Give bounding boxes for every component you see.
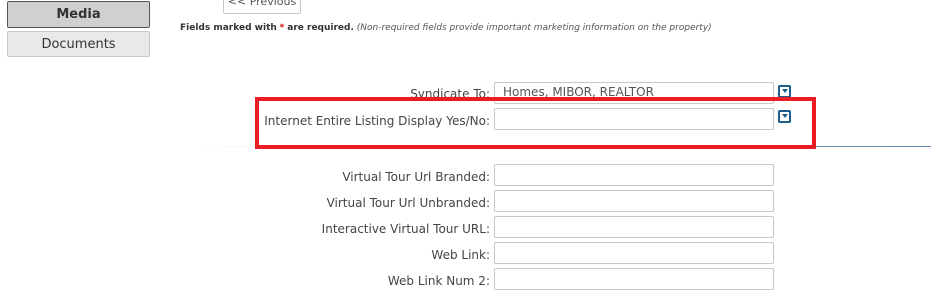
internet-display-dropdown-icon[interactable] bbox=[778, 110, 791, 123]
virtual-tour-branded-input[interactable] bbox=[494, 164, 774, 186]
syndicate-dropdown-icon[interactable] bbox=[778, 85, 791, 98]
section-divider bbox=[195, 146, 931, 147]
tab-media-label: Media bbox=[56, 7, 101, 22]
syndicate-to-label: Syndicate To: bbox=[410, 87, 490, 101]
syndicate-to-select[interactable]: Homes, MIBOR, REALTOR bbox=[494, 82, 774, 104]
internet-display-label: Internet Entire Listing Display Yes/No: bbox=[264, 114, 490, 128]
notice-note: (Non-required fields provide important m… bbox=[356, 23, 712, 33]
tab-documents[interactable]: Documents bbox=[7, 31, 150, 57]
internet-display-select[interactable] bbox=[494, 108, 774, 130]
interactive-virtual-tour-label: Interactive Virtual Tour URL: bbox=[321, 222, 490, 236]
previous-button[interactable]: << Previous bbox=[223, 0, 301, 14]
virtual-tour-unbranded-label: Virtual Tour Url Unbranded: bbox=[326, 196, 490, 210]
web-link-num2-input[interactable] bbox=[494, 268, 774, 290]
interactive-virtual-tour-input[interactable] bbox=[494, 216, 774, 238]
required-fields-notice: Fields marked with * are required. (Non-… bbox=[180, 23, 712, 33]
notice-suffix: are required. bbox=[287, 23, 354, 33]
web-link-num2-label: Web Link Num 2: bbox=[387, 274, 490, 288]
notice-prefix: Fields marked with bbox=[180, 23, 277, 33]
required-asterisk: * bbox=[279, 23, 285, 33]
virtual-tour-unbranded-input[interactable] bbox=[494, 190, 774, 212]
tab-documents-label: Documents bbox=[41, 36, 116, 52]
tab-media[interactable]: Media bbox=[7, 1, 150, 28]
virtual-tour-branded-label: Virtual Tour Url Branded: bbox=[342, 170, 490, 184]
previous-button-label: << Previous bbox=[227, 0, 297, 8]
web-link-label: Web Link: bbox=[431, 248, 490, 262]
web-link-input[interactable] bbox=[494, 242, 774, 264]
